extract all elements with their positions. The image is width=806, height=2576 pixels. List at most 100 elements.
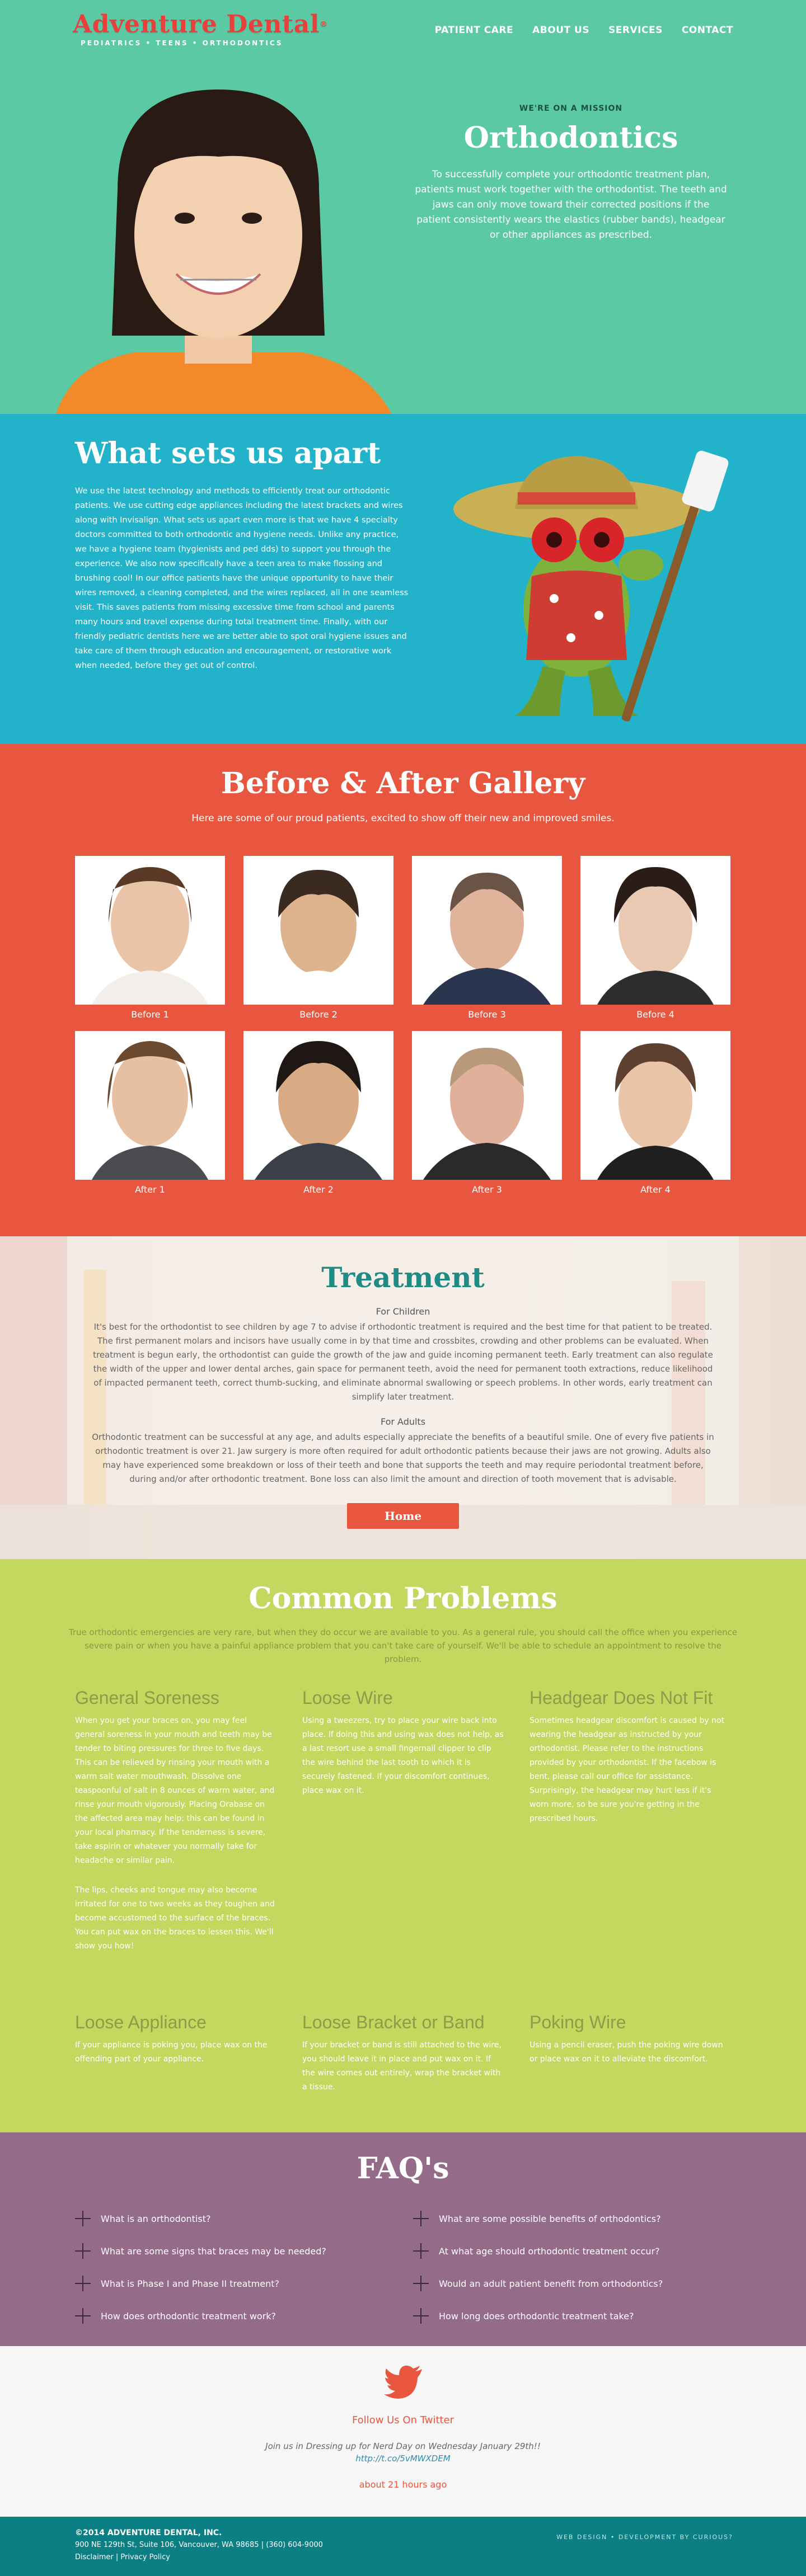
- gallery-tile-before-2[interactable]: Before 2: [243, 856, 393, 1020]
- plus-icon: [413, 2211, 429, 2226]
- tweet-link[interactable]: http://t.co/5vMWXDEM: [0, 2452, 806, 2465]
- twitter-bird-icon[interactable]: [384, 2365, 423, 2399]
- patient-photo: [580, 856, 730, 1005]
- problem-general-soreness: General Soreness When you get your brace…: [75, 1688, 277, 1953]
- common-problems-section: Common Problems True orthodontic emergen…: [0, 1559, 806, 2132]
- nav-about-us[interactable]: ABOUT US: [532, 25, 589, 36]
- plus-icon: [413, 2243, 429, 2259]
- problems-row-2: Loose Appliance If your appliance is pok…: [75, 2012, 731, 2094]
- problem-poking-wire: Poking Wire Using a pencil eraser, push …: [529, 2012, 731, 2094]
- tile-label: Before 4: [636, 1009, 674, 1020]
- problem-title: Loose Appliance: [75, 2012, 207, 2032]
- footer-info: ©2014 ADVENTURE DENTAL, INC. 900 NE 129t…: [75, 2527, 323, 2564]
- problem-title: Headgear Does Not Fit: [529, 1688, 713, 1708]
- problem-body: If your bracket or band is still attache…: [302, 2041, 502, 2092]
- tweet-text: Join us in Dressing up for Nerd Day on W…: [265, 2441, 541, 2451]
- home-button[interactable]: Home: [347, 1503, 459, 1529]
- tile-label: Before 2: [299, 1009, 338, 1020]
- tile-label: After 2: [303, 1184, 334, 1195]
- gallery-tile-after-1[interactable]: After 1: [75, 1031, 225, 1195]
- hero-copy: WE'RE ON A MISSION Orthodontics To succe…: [414, 104, 728, 243]
- twitter-heading[interactable]: Follow Us On Twitter: [0, 2414, 806, 2426]
- faq-item[interactable]: What is an orthodontist?: [75, 2211, 413, 2226]
- faq-list: What is an orthodontist? What are some p…: [75, 2211, 731, 2324]
- tweet: Join us in Dressing up for Nerd Day on W…: [0, 2440, 806, 2465]
- site-footer: ©2014 ADVENTURE DENTAL, INC. 900 NE 129t…: [0, 2517, 806, 2576]
- faq-section: FAQ's What is an orthodontist? What are …: [0, 2132, 806, 2346]
- tile-label: Before 1: [131, 1009, 169, 1020]
- site-header: Adventure Dental® PEDIATRICS • TEENS • O…: [0, 0, 806, 62]
- problem-headgear: Headgear Does Not Fit Sometimes headgear…: [529, 1688, 731, 1953]
- treatment-copy: Treatment For Children It's best for the…: [90, 1261, 716, 1529]
- faq-item[interactable]: Would an adult patient benefit from orth…: [413, 2276, 731, 2291]
- faq-item[interactable]: At what age should orthodontic treatment…: [413, 2243, 731, 2259]
- children-heading: For Children: [376, 1306, 430, 1317]
- problems-row-1: General Soreness When you get your brace…: [75, 1688, 731, 1953]
- adults-heading: For Adults: [380, 1416, 426, 1427]
- faq-question: What is an orthodontist?: [101, 2213, 211, 2224]
- gallery-tile-before-4[interactable]: Before 4: [580, 856, 730, 1020]
- page-title: Orthodontics: [463, 121, 678, 155]
- faq-item[interactable]: How does orthodontic treatment work?: [75, 2308, 413, 2324]
- disclaimer-link[interactable]: Disclaimer: [75, 2553, 114, 2561]
- gallery-subtitle: Here are some of our proud patients, exc…: [191, 813, 615, 824]
- patient-photo: [75, 856, 225, 1005]
- problem-title: Loose Wire: [302, 1688, 393, 1708]
- faq-question: How long does orthodontic treatment take…: [439, 2310, 634, 2321]
- faq-item[interactable]: What are some possible benefits of ortho…: [413, 2211, 731, 2226]
- copyright: ©2014 ADVENTURE DENTAL, INC.: [75, 2528, 222, 2537]
- footer-credits[interactable]: WEB DESIGN • DEVELOPMENT BY CURIOUS?: [556, 2533, 733, 2541]
- plus-icon: [413, 2308, 429, 2324]
- problem-loose-appliance: Loose Appliance If your appliance is pok…: [75, 2012, 277, 2094]
- nav-patient-care[interactable]: PATIENT CARE: [435, 25, 513, 36]
- gallery-tile-after-2[interactable]: After 2: [243, 1031, 393, 1195]
- gallery-title: Before & After Gallery: [221, 766, 585, 800]
- main-nav: PATIENT CARE ABOUT US SERVICES CONTACT: [435, 25, 733, 36]
- plus-icon: [75, 2276, 91, 2291]
- credits-prefix: WEB DESIGN • DEVELOPMENT BY: [556, 2533, 693, 2541]
- faq-question: What are some possible benefits of ortho…: [439, 2213, 661, 2224]
- patient-photo: [243, 1031, 393, 1180]
- faq-question: At what age should orthodontic treatment…: [439, 2245, 660, 2257]
- problems-title: Common Problems: [249, 1581, 557, 1616]
- nav-contact[interactable]: CONTACT: [682, 25, 733, 36]
- hero-girl-photo: [56, 90, 392, 414]
- gallery-tile-before-3[interactable]: Before 3: [412, 856, 562, 1020]
- faq-title: FAQ's: [357, 2151, 449, 2186]
- gallery-tile-after-3[interactable]: After 3: [412, 1031, 562, 1195]
- apart-copy: What sets us apart We use the latest tec…: [75, 436, 411, 673]
- logo-tagline: PEDIATRICS • TEENS • ORTHODONTICS: [81, 39, 283, 47]
- children-body: It's best for the orthodontist to see ch…: [93, 1322, 713, 1402]
- footer-links: Disclaimer | Privacy Policy: [75, 2551, 323, 2564]
- problem-loose-bracket: Loose Bracket or Band If your bracket or…: [302, 2012, 504, 2094]
- problem-body: When you get your braces on, you may fee…: [75, 1716, 275, 1865]
- plus-icon: [75, 2243, 91, 2259]
- hero-description: To successfully complete your orthodonti…: [415, 169, 727, 241]
- treatment-title: Treatment: [321, 1261, 485, 1294]
- frog-mascot-illustration: [453, 450, 729, 722]
- privacy-policy-link[interactable]: Privacy Policy: [120, 2553, 170, 2561]
- site-logo[interactable]: Adventure Dental® PEDIATRICS • TEENS • O…: [73, 11, 327, 48]
- faq-question: What is Phase I and Phase II treatment?: [101, 2278, 279, 2289]
- faq-item[interactable]: What are some signs that braces may be n…: [75, 2243, 413, 2259]
- apart-section: What sets us apart We use the latest tec…: [0, 414, 806, 744]
- faq-item[interactable]: What is Phase I and Phase II treatment?: [75, 2276, 413, 2291]
- hero-section: Adventure Dental® PEDIATRICS • TEENS • O…: [0, 0, 806, 414]
- footer-link-separator: |: [113, 2553, 121, 2561]
- tile-label: After 1: [135, 1184, 165, 1195]
- patient-photo: [580, 1031, 730, 1180]
- gallery-tile-after-4[interactable]: After 4: [580, 1031, 730, 1195]
- plus-icon: [75, 2308, 91, 2324]
- gallery-tile-before-1[interactable]: Before 1: [75, 856, 225, 1020]
- problem-title: Loose Bracket or Band: [302, 2012, 485, 2032]
- tweet-time[interactable]: about 21 hours ago: [0, 2479, 806, 2490]
- hero-kicker: WE'RE ON A MISSION: [519, 104, 623, 113]
- problem-title: Poking Wire: [529, 2012, 626, 2032]
- credits-name: CURIOUS?: [692, 2533, 733, 2541]
- nav-services[interactable]: SERVICES: [608, 25, 663, 36]
- gallery-grid: Before 1 Before 2 Before 3 Before 4 Afte…: [75, 856, 731, 1195]
- apart-title: What sets us apart: [75, 436, 381, 470]
- problems-intro: True orthodontic emergencies are very ra…: [68, 1627, 738, 1664]
- patient-photo: [412, 856, 562, 1005]
- faq-item[interactable]: How long does orthodontic treatment take…: [413, 2308, 731, 2324]
